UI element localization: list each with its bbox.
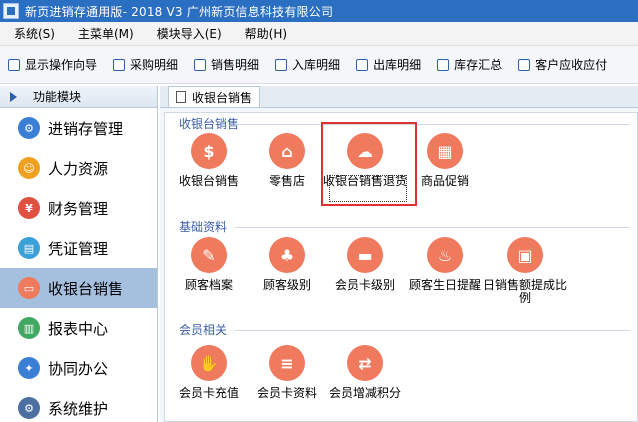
commission-icon: ▣ [507,237,543,273]
group-divider [235,227,630,228]
main-content: 收银台销售 收银台销售 $ 收银台销售 ⌂ 零售店 ☁ 收银台销售退货 ▦ 商品… [160,86,638,422]
toolbar-receivable-payable[interactable]: 客户应收应付 [518,56,607,73]
toolbar-purchase-detail[interactable]: 采购明细 [113,56,178,73]
report-icon: ▥ [18,317,40,339]
customer-file-icon: ✎ [191,237,227,273]
sidebar-item-voucher[interactable]: ▤ 凭证管理 [0,228,157,268]
tile-promotion[interactable]: ▦ 商品促销 [405,133,485,188]
checkbox-icon [275,58,288,71]
tile-customer-file[interactable]: ✎ 顾客档案 [169,237,249,292]
tile-daily-commission[interactable]: ▣ 日销售额提成比例 [483,237,567,305]
card-info-icon: ≡ [269,345,305,381]
checkbox-icon [194,58,207,71]
store-icon: ⌂ [269,133,305,169]
birthday-cake-icon: ♨ [427,237,463,273]
people-icon: ☺ [18,157,40,179]
toolbar-outbound-detail[interactable]: 出库明细 [356,56,421,73]
menu-module-import[interactable]: 模块导入(E) [143,25,231,42]
toolbar-show-guide[interactable]: 显示操作向导 [8,56,97,73]
function-module-sidebar: 功能模块 ⚙ 进销存管理 ☺ 人力资源 ¥ 财务管理 ▤ 凭证管理 ▭ 收银台销… [0,86,158,422]
tab-bar: 收银台销售 [160,86,638,108]
checkbox-icon [356,58,369,71]
points-exchange-icon: ⇄ [347,345,383,381]
tile-points-adjust[interactable]: ⇄ 会员增减积分 [325,345,405,400]
sidebar-item-maintenance[interactable]: ⚙ 系统维护 [0,388,157,422]
sidebar-item-finance[interactable]: ¥ 财务管理 [0,188,157,228]
tile-customer-level[interactable]: ♣ 顾客级别 [247,237,327,292]
toolbar-inbound-detail[interactable]: 入库明细 [275,56,340,73]
cashier-icon: ▭ [18,277,40,299]
card-recharge-icon: ✋ [191,345,227,381]
group-title-member: 会员相关 [179,323,228,337]
menu-system[interactable]: 系统(S) [0,25,64,42]
yen-icon: ¥ [18,197,40,219]
voucher-icon: ▤ [18,237,40,259]
sidebar-header[interactable]: 功能模块 [0,86,157,108]
sidebar-item-collab[interactable]: ✦ 协同办公 [0,348,157,388]
group-divider [235,124,630,125]
group-divider [235,330,630,331]
group-title-cashier: 收银台销售 [179,117,240,131]
module-panel: 收银台销售 $ 收银台销售 ⌂ 零售店 ☁ 收银台销售退货 ▦ 商品促销 基础资… [164,112,638,422]
sidebar-item-hr[interactable]: ☺ 人力资源 [0,148,157,188]
menu-main[interactable]: 主菜单(M) [64,25,143,42]
tile-retail-store[interactable]: ⌂ 零售店 [247,133,327,188]
window-title: 新页进销存通用版- 2018 V3 广州新页信息科技有限公司 [25,4,334,19]
collab-icon: ✦ [18,357,40,379]
gear-icon: ⚙ [18,117,40,139]
checkbox-icon [518,58,531,71]
toolbar-sales-detail[interactable]: 销售明细 [194,56,259,73]
sidebar-item-cashier[interactable]: ▭ 收银台销售 [0,268,157,308]
hierarchy-icon: ♣ [269,237,305,273]
tile-card-info[interactable]: ≡ 会员卡资料 [247,345,327,400]
checkbox-icon [113,58,126,71]
app-icon [3,3,19,19]
sidebar-item-report[interactable]: ▥ 报表中心 [0,308,157,348]
basket-icon: ▦ [427,133,463,169]
member-card-level-icon: ▬ [347,237,383,273]
document-icon [176,91,186,103]
menu-help[interactable]: 帮助(H) [231,25,296,42]
toolbar-stock-summary[interactable]: 库存汇总 [437,56,502,73]
cash-register-icon: $ [191,133,227,169]
group-title-basic-data: 基础资料 [179,220,228,234]
sidebar-item-inventory[interactable]: ⚙ 进销存管理 [0,108,157,148]
focus-outline [329,175,407,202]
tab-cashier-sales[interactable]: 收银台销售 [168,86,261,107]
tile-card-recharge[interactable]: ✋ 会员卡充值 [169,345,249,400]
menu-bar: 系统(S) 主菜单(M) 模块导入(E) 帮助(H) [0,22,638,46]
toolbar: 显示操作向导 采购明细 销售明细 入库明细 出库明细 库存汇总 客户应收应付 [0,46,638,84]
tile-cashier-sales[interactable]: $ 收银台销售 [169,133,249,188]
tile-member-card-level[interactable]: ▬ 会员卡级别 [325,237,405,292]
title-bar: 新页进销存通用版- 2018 V3 广州新页信息科技有限公司 [0,0,638,22]
maintenance-icon: ⚙ [18,397,40,419]
collapse-arrow-icon [10,91,17,102]
tile-birthday-reminder[interactable]: ♨ 顾客生日提醒 [405,237,485,292]
checkbox-icon [8,58,20,71]
checkbox-icon [437,58,450,71]
